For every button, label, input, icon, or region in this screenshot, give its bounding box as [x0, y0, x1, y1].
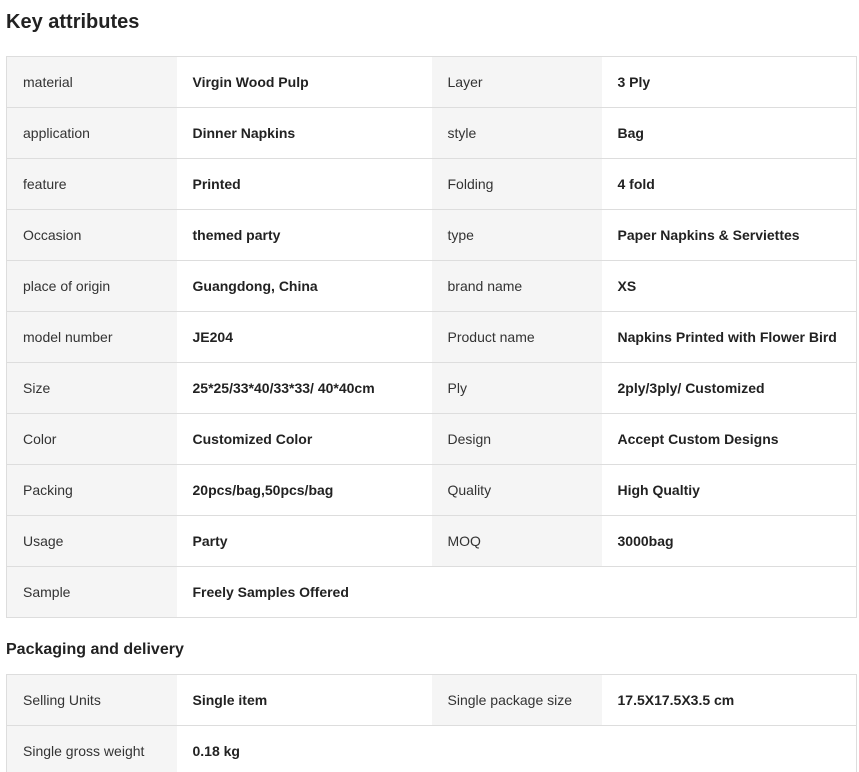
attribute-name: Occasion	[6, 209, 177, 261]
attribute-name: Ply	[431, 362, 602, 414]
attribute-value: 2ply/3ply/ Customized	[601, 362, 857, 414]
attribute-value: Freely Samples Offered	[176, 566, 432, 618]
attribute-name: Color	[6, 413, 177, 465]
attribute-value: Napkins Printed with Flower Bird	[601, 311, 857, 363]
attribute-value: Dinner Napkins	[176, 107, 432, 159]
attribute-value: themed party	[176, 209, 432, 261]
attribute-name: feature	[6, 158, 177, 210]
attribute-row: Occasion themed party type Paper Napkins & …	[6, 209, 857, 261]
attribute-name: type	[431, 209, 602, 261]
attribute-row: Selling Units Single item Single package s…	[6, 674, 857, 726]
attribute-name: Folding	[431, 158, 602, 210]
attribute-name: MOQ	[431, 515, 602, 567]
attribute-name: Single package size	[431, 674, 602, 726]
attribute-name: Quality	[431, 464, 602, 516]
key-attributes-heading: Key attributes	[6, 11, 140, 33]
attribute-value: 25*25/33*40/33*33/ 40*40cm	[176, 362, 432, 414]
attribute-value: Paper Napkins & Serviettes	[601, 209, 857, 261]
attribute-name: model number	[6, 311, 177, 363]
attribute-name: material	[6, 56, 177, 108]
attribute-value	[601, 725, 857, 772]
attribute-value: 0.18 kg	[176, 725, 432, 772]
attribute-name: brand name	[431, 260, 602, 312]
attribute-value: 3 Ply	[601, 56, 857, 108]
attribute-name: Selling Units	[6, 674, 177, 726]
attribute-name: Sample	[6, 566, 177, 618]
attribute-name	[431, 725, 602, 772]
attribute-value: Guangdong, China	[176, 260, 432, 312]
attribute-row: material Virgin Wood Pulp Layer 3 Ply	[6, 56, 857, 108]
attribute-value: 4 fold	[601, 158, 857, 210]
attribute-row: Packing 20pcs/bag,50pcs/bag Quality High Qu…	[6, 464, 857, 516]
packaging-delivery-table: Selling Units Single item Single package s…	[6, 674, 857, 772]
attribute-value: 3000bag	[601, 515, 857, 567]
attribute-row: Sample Freely Samples Offered	[6, 566, 857, 618]
attribute-name: place of origin	[6, 260, 177, 312]
attribute-row: Usage Party MOQ 3000bag	[6, 515, 857, 567]
attribute-name: Packing	[6, 464, 177, 516]
attribute-value: Customized Color	[176, 413, 432, 465]
attribute-value: Party	[176, 515, 432, 567]
attribute-value: Single item	[176, 674, 432, 726]
attribute-name: Single gross weight	[6, 725, 177, 772]
attribute-name: Layer	[431, 56, 602, 108]
attribute-value: XS	[601, 260, 857, 312]
attribute-row: feature Printed Folding 4 fold	[6, 158, 857, 210]
key-attributes-table: material Virgin Wood Pulp Layer 3 Ply applic…	[6, 56, 857, 618]
attribute-value: Bag	[601, 107, 857, 159]
attribute-value: 20pcs/bag,50pcs/bag	[176, 464, 432, 516]
attribute-value	[601, 566, 857, 618]
attribute-value: 17.5X17.5X3.5 cm	[601, 674, 857, 726]
attribute-row: Single gross weight 0.18 kg	[6, 725, 857, 772]
attribute-row: Size 25*25/33*40/33*33/ 40*40cm Ply 2ply/3p…	[6, 362, 857, 414]
attribute-row: place of origin Guangdong, China brand nam…	[6, 260, 857, 312]
attribute-name: application	[6, 107, 177, 159]
attribute-name: Size	[6, 362, 177, 414]
packaging-delivery-heading: Packaging and delivery	[6, 641, 184, 658]
attribute-name: Design	[431, 413, 602, 465]
attribute-value: Accept Custom Designs	[601, 413, 857, 465]
attribute-row: application Dinner Napkins style Bag	[6, 107, 857, 159]
attribute-name	[431, 566, 602, 618]
attribute-name: style	[431, 107, 602, 159]
attribute-value: JE204	[176, 311, 432, 363]
attribute-name: Product name	[431, 311, 602, 363]
attribute-row: Color Customized Color Design Accept Custom…	[6, 413, 857, 465]
attribute-value: Printed	[176, 158, 432, 210]
attribute-row: model number JE204 Product name Napkins Pri…	[6, 311, 857, 363]
attribute-value: High Qualtiy	[601, 464, 857, 516]
attribute-value: Virgin Wood Pulp	[176, 56, 432, 108]
attribute-name: Usage	[6, 515, 177, 567]
